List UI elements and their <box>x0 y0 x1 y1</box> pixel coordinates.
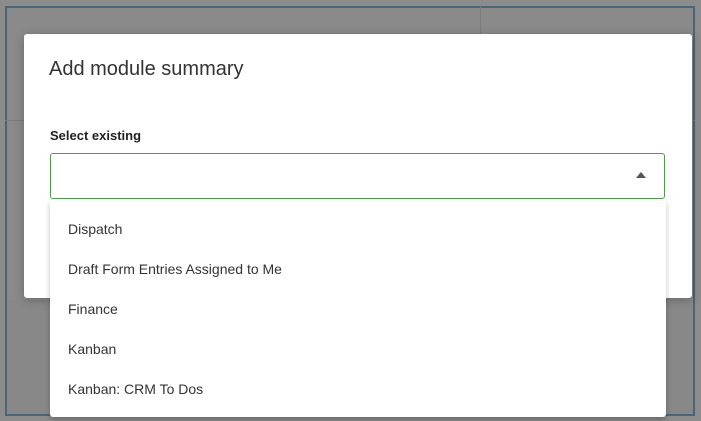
option-finance[interactable]: Finance <box>50 289 666 329</box>
background-divider-vertical <box>480 6 481 36</box>
select-existing-label: Select existing <box>50 128 142 143</box>
option-kanban[interactable]: Kanban <box>50 329 666 369</box>
select-options-list: Dispatch Draft Form Entries Assigned to … <box>50 201 666 417</box>
select-existing-dropdown[interactable] <box>50 153 665 199</box>
option-draft-form-entries[interactable]: Draft Form Entries Assigned to Me <box>50 249 666 289</box>
option-kanban-crm-to-dos[interactable]: Kanban: CRM To Dos <box>50 369 666 409</box>
chevron-up-icon[interactable] <box>636 172 646 178</box>
option-dispatch[interactable]: Dispatch <box>50 209 666 249</box>
dialog-title: Add module summary <box>49 58 244 80</box>
